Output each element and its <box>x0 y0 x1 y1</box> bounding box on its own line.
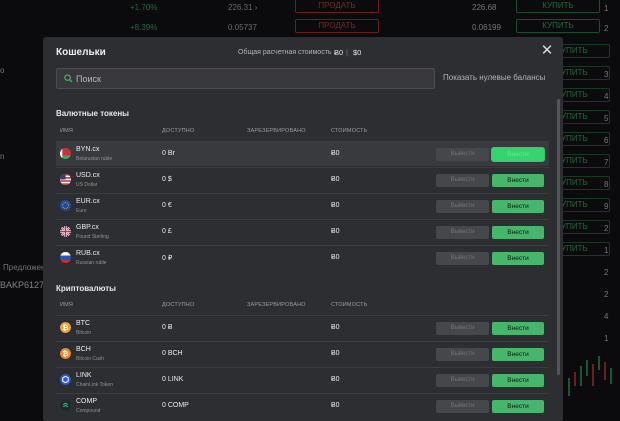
available-balance: 0 ₽ <box>162 255 173 262</box>
withdraw-button[interactable]: Вывести <box>436 400 489 413</box>
exchange-screen: +1.70% 226.31 › ПРОДАТЬ 226.68 КУПИТЬ +8… <box>0 0 620 421</box>
available-balance: 0 Ƀ <box>162 324 173 331</box>
cost-value: Ƀ0 <box>331 324 340 331</box>
deposit-button[interactable]: Внести <box>492 322 544 335</box>
search-field[interactable] <box>56 68 435 89</box>
deposit-button[interactable]: Внести <box>492 148 544 161</box>
ticker: GBP.cx <box>76 224 99 231</box>
currency-name: US Dollar <box>76 182 98 188</box>
ticker: LINK <box>76 372 92 379</box>
svg-text:₿: ₿ <box>63 349 69 358</box>
column-header-name: ИМЯ <box>60 302 74 308</box>
cost-value: Ƀ0 <box>331 176 340 183</box>
withdraw-button[interactable]: Вывести <box>436 322 489 335</box>
column-header-cost: СТОИМОСТЬ <box>331 128 368 134</box>
svg-text:₿: ₿ <box>63 323 69 332</box>
wallet-row: RUB.cx Russian ruble 0 ₽ Ƀ0 Вывести Внес… <box>56 245 549 270</box>
ticker: BCH <box>76 346 91 353</box>
deposit-button[interactable]: Внести <box>492 174 544 187</box>
withdraw-button[interactable]: Вывести <box>436 148 489 161</box>
available-balance: 0 £ <box>162 228 172 235</box>
fiat-section-title: Валютные токены <box>56 109 130 118</box>
available-balance: 0 COMP <box>162 402 189 409</box>
column-header-available: ДОСТУПНО <box>162 302 195 308</box>
withdraw-button[interactable]: Вывести <box>436 374 489 387</box>
deposit-button[interactable]: Внести <box>492 400 544 413</box>
uk-flag-icon <box>60 226 71 237</box>
ticker: USD.cx <box>76 172 100 179</box>
currency-name: Belarusian ruble <box>76 156 113 162</box>
ticker: RUB.cx <box>76 250 100 257</box>
total-value-btc: Ƀ0 <box>334 48 344 57</box>
russia-flag-icon <box>60 252 71 263</box>
eu-flag-icon <box>60 200 71 211</box>
available-balance: 0 $ <box>162 176 172 183</box>
withdraw-button[interactable]: Вывести <box>436 200 489 213</box>
cost-value: Ƀ0 <box>331 150 340 157</box>
cost-value: Ƀ0 <box>331 376 340 383</box>
compound-icon <box>60 400 71 411</box>
belarus-flag-icon <box>60 148 71 159</box>
search-icon <box>64 74 73 83</box>
available-balance: 0 LINK <box>162 376 184 383</box>
deposit-button[interactable]: Внести <box>492 200 544 213</box>
withdraw-button[interactable]: Вывести <box>436 226 489 239</box>
ticker: BYN.cx <box>76 146 100 153</box>
cost-value: Ƀ0 <box>331 228 340 235</box>
show-zero-balances-toggle[interactable]: Показать нулевые балансы <box>443 73 545 82</box>
wallet-row: USD.cx US Dollar 0 $ Ƀ0 Вывести Внести <box>56 167 549 192</box>
dialog-title: Кошельки <box>56 47 106 58</box>
chainlink-icon <box>60 374 71 385</box>
crypto-section-title: Криптовалюты <box>56 284 116 293</box>
cost-value: Ƀ0 <box>331 402 340 409</box>
wallet-row: EUR.cx Euro 0 € Ƀ0 Вывести Внести <box>56 193 549 218</box>
column-header-cost: СТОИМОСТЬ <box>331 302 368 308</box>
cost-value: Ƀ0 <box>331 350 340 357</box>
search-input[interactable] <box>76 71 426 87</box>
currency-name: Compound <box>76 408 101 414</box>
deposit-button[interactable]: Внести <box>492 252 544 265</box>
withdraw-button[interactable]: Вывести <box>436 348 489 361</box>
column-header-available: ДОСТУПНО <box>162 128 195 134</box>
separator: | <box>346 48 348 57</box>
column-header-reserved: ЗАРЕЗЕРВИРОВАНО <box>247 128 306 134</box>
currency-name: Bitcoin <box>76 330 92 336</box>
wallet-row: ₿ BTC Bitcoin 0 Ƀ Ƀ0 Вывести Внести <box>56 315 549 340</box>
column-header-name: ИМЯ <box>60 128 74 134</box>
currency-name: Euro <box>76 208 87 214</box>
bitcoin-cash-icon: ₿ <box>60 348 71 359</box>
wallet-row: GBP.cx Pound Sterling 0 £ Ƀ0 Вывести Вне… <box>56 219 549 244</box>
ticker: EUR.cx <box>76 198 100 205</box>
wallet-row: ₿ BCH Bitcoin Cash 0 BCH Ƀ0 Вывести Внес… <box>56 341 549 366</box>
close-icon[interactable]: ✕ <box>540 43 554 58</box>
currency-name: Bitcoin Cash <box>76 356 105 362</box>
total-value-label: Общая расчетная стоимость <box>238 49 332 56</box>
ticker: BTC <box>76 320 90 327</box>
currency-name: ChainLink Token <box>76 382 113 388</box>
available-balance: 0 BCH <box>162 350 183 357</box>
cost-value: Ƀ0 <box>331 202 340 209</box>
deposit-button[interactable]: Внести <box>492 348 544 361</box>
wallet-row: COMP Compound 0 COMP Ƀ0 Вывести Внести <box>56 393 549 418</box>
wallet-row: LINK ChainLink Token 0 LINK Ƀ0 Вывести В… <box>56 367 549 392</box>
withdraw-button[interactable]: Вывести <box>436 252 489 265</box>
total-value-usd: $0 <box>353 48 362 57</box>
currency-name: Pound Sterling <box>76 234 109 240</box>
deposit-button[interactable]: Внести <box>492 226 544 239</box>
ticker: COMP <box>76 398 97 405</box>
cost-value: Ƀ0 <box>331 254 340 261</box>
wallets-dialog: Кошельки Общая расчетная стоимость Ƀ0 | … <box>43 37 563 421</box>
currency-name: Russian ruble <box>76 260 107 266</box>
available-balance: 0 Br <box>162 150 175 157</box>
bitcoin-icon: ₿ <box>60 322 71 333</box>
column-header-reserved: ЗАРЕЗЕРВИРОВАНО <box>247 302 306 308</box>
wallet-row: BYN.cx Belarusian ruble 0 Br Ƀ0 Вывести … <box>56 141 549 166</box>
us-flag-icon <box>60 174 71 185</box>
withdraw-button[interactable]: Вывести <box>436 174 489 187</box>
scrollbar[interactable] <box>557 99 560 375</box>
available-balance: 0 € <box>162 202 172 209</box>
deposit-button[interactable]: Внести <box>492 374 544 387</box>
